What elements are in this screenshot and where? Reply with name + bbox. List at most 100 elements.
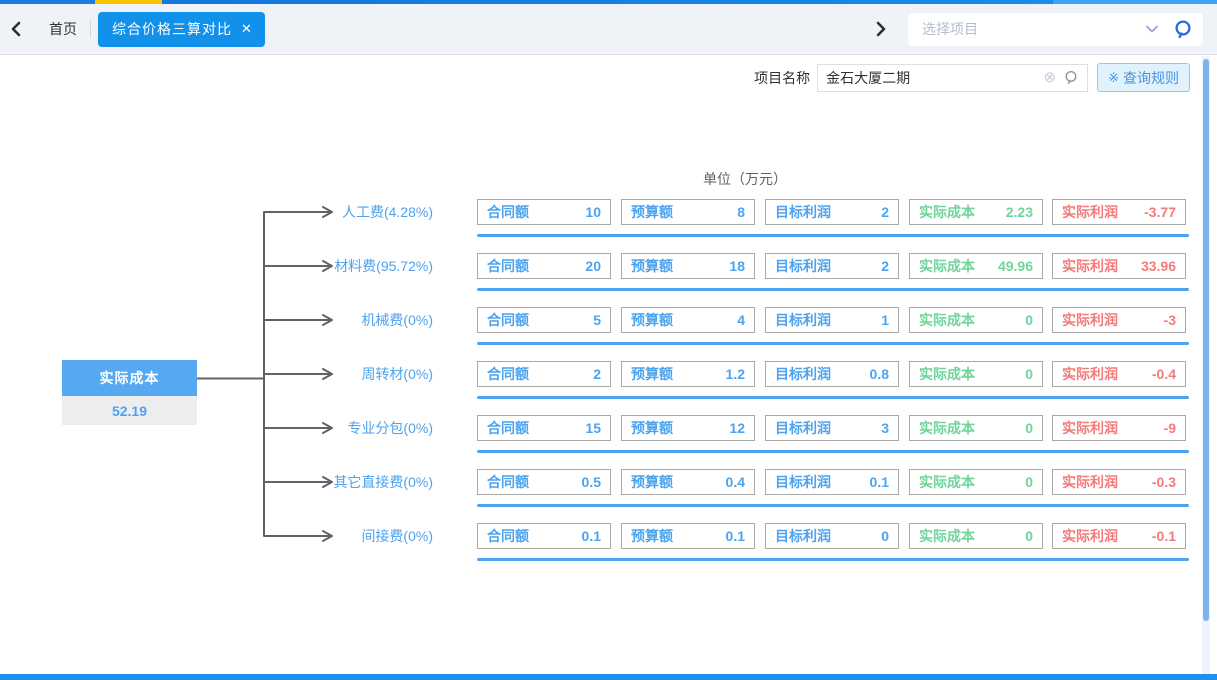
actual-profit-box: 实际利润 -3 <box>1052 307 1186 333</box>
actual-cost-box: 实际成本 0 <box>909 361 1043 387</box>
metric-value: 0 <box>1025 528 1033 544</box>
sparkle-icon: ※ <box>1108 70 1119 86</box>
cost-category-label: 机械费(0%) <box>300 307 433 333</box>
metric-row: 其它直接费(0%) 合同额 0.5 预算额 0.4 目标利润 0.1 实际成本 … <box>0 469 1217 509</box>
metric-value: 0 <box>1025 366 1033 382</box>
metric-label: 合同额 <box>487 310 529 330</box>
metric-value: 10 <box>585 204 601 220</box>
metric-label: 目标利润 <box>775 310 831 330</box>
metric-label: 目标利润 <box>775 202 831 222</box>
budget-amount-box: 预算额 1.2 <box>621 361 755 387</box>
tab-separator <box>90 20 91 38</box>
metric-label: 目标利润 <box>775 364 831 384</box>
cost-category-label: 材料费(95.72%) <box>300 253 433 279</box>
cost-category-label: 其它直接费(0%) <box>300 469 433 495</box>
project-name-field[interactable]: ⊗ <box>817 64 1088 92</box>
query-rules-button[interactable]: ※ 查询规则 <box>1097 63 1190 92</box>
metric-value: 0.8 <box>870 366 889 382</box>
metric-label: 实际成本 <box>919 202 975 222</box>
actual-profit-box: 实际利润 33.96 <box>1052 253 1186 279</box>
query-rules-label: 查询规则 <box>1123 68 1179 88</box>
close-icon[interactable]: ✕ <box>241 22 253 35</box>
metric-value: -0.1 <box>1152 528 1176 544</box>
cost-category-label: 专业分包(0%) <box>300 415 433 441</box>
metric-value: 2 <box>881 204 889 220</box>
forward-chevron-icon[interactable] <box>875 21 887 37</box>
cost-category-label: 周转材(0%) <box>300 361 433 387</box>
actual-cost-box: 实际成本 0 <box>909 469 1043 495</box>
metric-row: 间接费(0%) 合同额 0.1 预算额 0.1 目标利润 0 实际成本 0 实际… <box>0 523 1217 563</box>
metric-value: 15 <box>585 420 601 436</box>
actual-profit-box: 实际利润 -3.77 <box>1052 199 1186 225</box>
row-underline <box>477 342 1189 345</box>
actual-profit-box: 实际利润 -0.1 <box>1052 523 1186 549</box>
metric-row: 周转材(0%) 合同额 2 预算额 1.2 目标利润 0.8 实际成本 0 实际… <box>0 361 1217 401</box>
metric-label: 实际利润 <box>1062 472 1118 492</box>
metric-value: 4 <box>737 312 745 328</box>
metric-value: 12 <box>729 420 745 436</box>
metric-value: 2.23 <box>1006 204 1033 220</box>
cost-category-label: 人工费(4.28%) <box>300 199 433 225</box>
unit-title: 单位（万元） <box>595 169 895 189</box>
clear-icon[interactable]: ⊗ <box>1044 70 1057 85</box>
project-name-input[interactable] <box>818 69 1043 87</box>
metric-value: 0.1 <box>582 528 601 544</box>
actual-profit-box: 实际利润 -0.4 <box>1052 361 1186 387</box>
metric-label: 实际成本 <box>919 310 975 330</box>
contract-amount-box: 合同额 20 <box>477 253 611 279</box>
metric-value: -3.77 <box>1144 204 1176 220</box>
metric-label: 实际利润 <box>1062 202 1118 222</box>
budget-amount-box: 预算额 18 <box>621 253 755 279</box>
metric-label: 实际成本 <box>919 418 975 438</box>
metric-label: 实际成本 <box>919 472 975 492</box>
metric-label: 预算额 <box>631 310 673 330</box>
project-select[interactable] <box>908 13 1203 46</box>
filter-row: 项目名称 ⊗ ※ 查询规则 <box>754 63 1190 92</box>
target-profit-box: 目标利润 1 <box>765 307 899 333</box>
metric-label: 实际利润 <box>1062 364 1118 384</box>
metric-label: 预算额 <box>631 526 673 546</box>
metric-value: 0 <box>881 528 889 544</box>
metric-value: -9 <box>1164 420 1176 436</box>
metric-label: 实际利润 <box>1062 526 1118 546</box>
contract-amount-box: 合同额 5 <box>477 307 611 333</box>
metric-value: -0.3 <box>1152 474 1176 490</box>
budget-amount-box: 预算额 12 <box>621 415 755 441</box>
metric-label: 预算额 <box>631 472 673 492</box>
actual-cost-box: 实际成本 49.96 <box>909 253 1043 279</box>
tab-active[interactable]: 综合价格三算对比 ✕ <box>98 12 265 47</box>
metric-value: 1.2 <box>726 366 745 382</box>
metric-label: 预算额 <box>631 418 673 438</box>
metric-value: 2 <box>881 258 889 274</box>
metric-label: 实际成本 <box>919 526 975 546</box>
metric-value: 0.1 <box>726 528 745 544</box>
target-profit-box: 目标利润 2 <box>765 199 899 225</box>
metric-value: 49.96 <box>998 258 1033 274</box>
row-underline <box>477 288 1189 291</box>
contract-amount-box: 合同额 15 <box>477 415 611 441</box>
budget-amount-box: 预算额 0.1 <box>621 523 755 549</box>
search-icon[interactable] <box>1173 19 1193 39</box>
field-search-icon[interactable] <box>1064 70 1079 85</box>
metric-label: 目标利润 <box>775 418 831 438</box>
tab-home[interactable]: 首页 <box>49 19 77 39</box>
back-chevron-icon[interactable] <box>10 21 22 37</box>
metric-value: 8 <box>737 204 745 220</box>
scrollbar-thumb[interactable] <box>1203 59 1209 621</box>
metric-value: -3 <box>1164 312 1176 328</box>
contract-amount-box: 合同额 2 <box>477 361 611 387</box>
metric-row: 材料费(95.72%) 合同额 20 预算额 18 目标利润 2 实际成本 49… <box>0 253 1217 293</box>
metric-value: 18 <box>729 258 745 274</box>
metric-value: 3 <box>881 420 889 436</box>
row-underline <box>477 450 1189 453</box>
metric-label: 合同额 <box>487 526 529 546</box>
metric-row: 专业分包(0%) 合同额 15 预算额 12 目标利润 3 实际成本 0 实际利… <box>0 415 1217 455</box>
contract-amount-box: 合同额 10 <box>477 199 611 225</box>
metric-label: 合同额 <box>487 256 529 276</box>
tabbar-right-group <box>875 13 1217 46</box>
project-select-input[interactable] <box>908 20 1145 38</box>
scrollbar-track[interactable] <box>1202 56 1210 680</box>
chevron-down-icon[interactable] <box>1145 24 1159 34</box>
target-profit-box: 目标利润 0.1 <box>765 469 899 495</box>
actual-cost-box: 实际成本 2.23 <box>909 199 1043 225</box>
